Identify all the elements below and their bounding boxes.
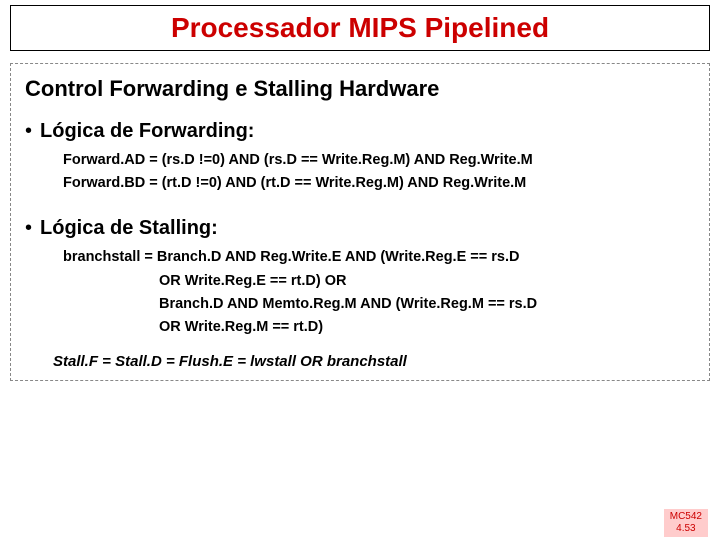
formula-line: Branch.D AND Memto.Reg.M AND (Write.Reg.…	[159, 293, 695, 316]
stall-equation: Stall.F = Stall.D = Flush.E = lwstall OR…	[53, 353, 695, 370]
bullet-icon: •	[25, 120, 32, 143]
formula-line: Forward.BD = (rt.D !=0) AND (rt.D == Wri…	[63, 172, 695, 195]
forwarding-heading: Lógica de Forwarding:	[40, 120, 254, 143]
title-box: Processador MIPS Pipelined	[10, 5, 710, 51]
footer-code: MC542	[670, 511, 702, 523]
page-title: Processador MIPS Pipelined	[11, 12, 709, 44]
bullet-icon: •	[25, 217, 32, 240]
forwarding-heading-row: • Lógica de Forwarding:	[25, 120, 695, 149]
formula-line: OR Write.Reg.M == rt.D)	[159, 316, 695, 339]
forwarding-formulas: Forward.AD = (rs.D !=0) AND (rs.D == Wri…	[63, 149, 695, 195]
stalling-heading: Lógica de Stalling:	[40, 217, 218, 240]
formula-line: branchstall = Branch.D AND Reg.Write.E A…	[63, 246, 695, 269]
footer-page: 4.53	[670, 523, 702, 535]
stalling-formulas: branchstall = Branch.D AND Reg.Write.E A…	[63, 246, 695, 339]
stalling-heading-row: • Lógica de Stalling:	[25, 217, 695, 246]
subtitle: Control Forwarding e Stalling Hardware	[25, 76, 695, 102]
content-box: Control Forwarding e Stalling Hardware •…	[10, 63, 710, 381]
footer-badge: MC542 4.53	[664, 509, 708, 537]
formula-line: OR Write.Reg.E == rt.D) OR	[159, 270, 695, 293]
formula-line: Forward.AD = (rs.D !=0) AND (rs.D == Wri…	[63, 149, 695, 172]
